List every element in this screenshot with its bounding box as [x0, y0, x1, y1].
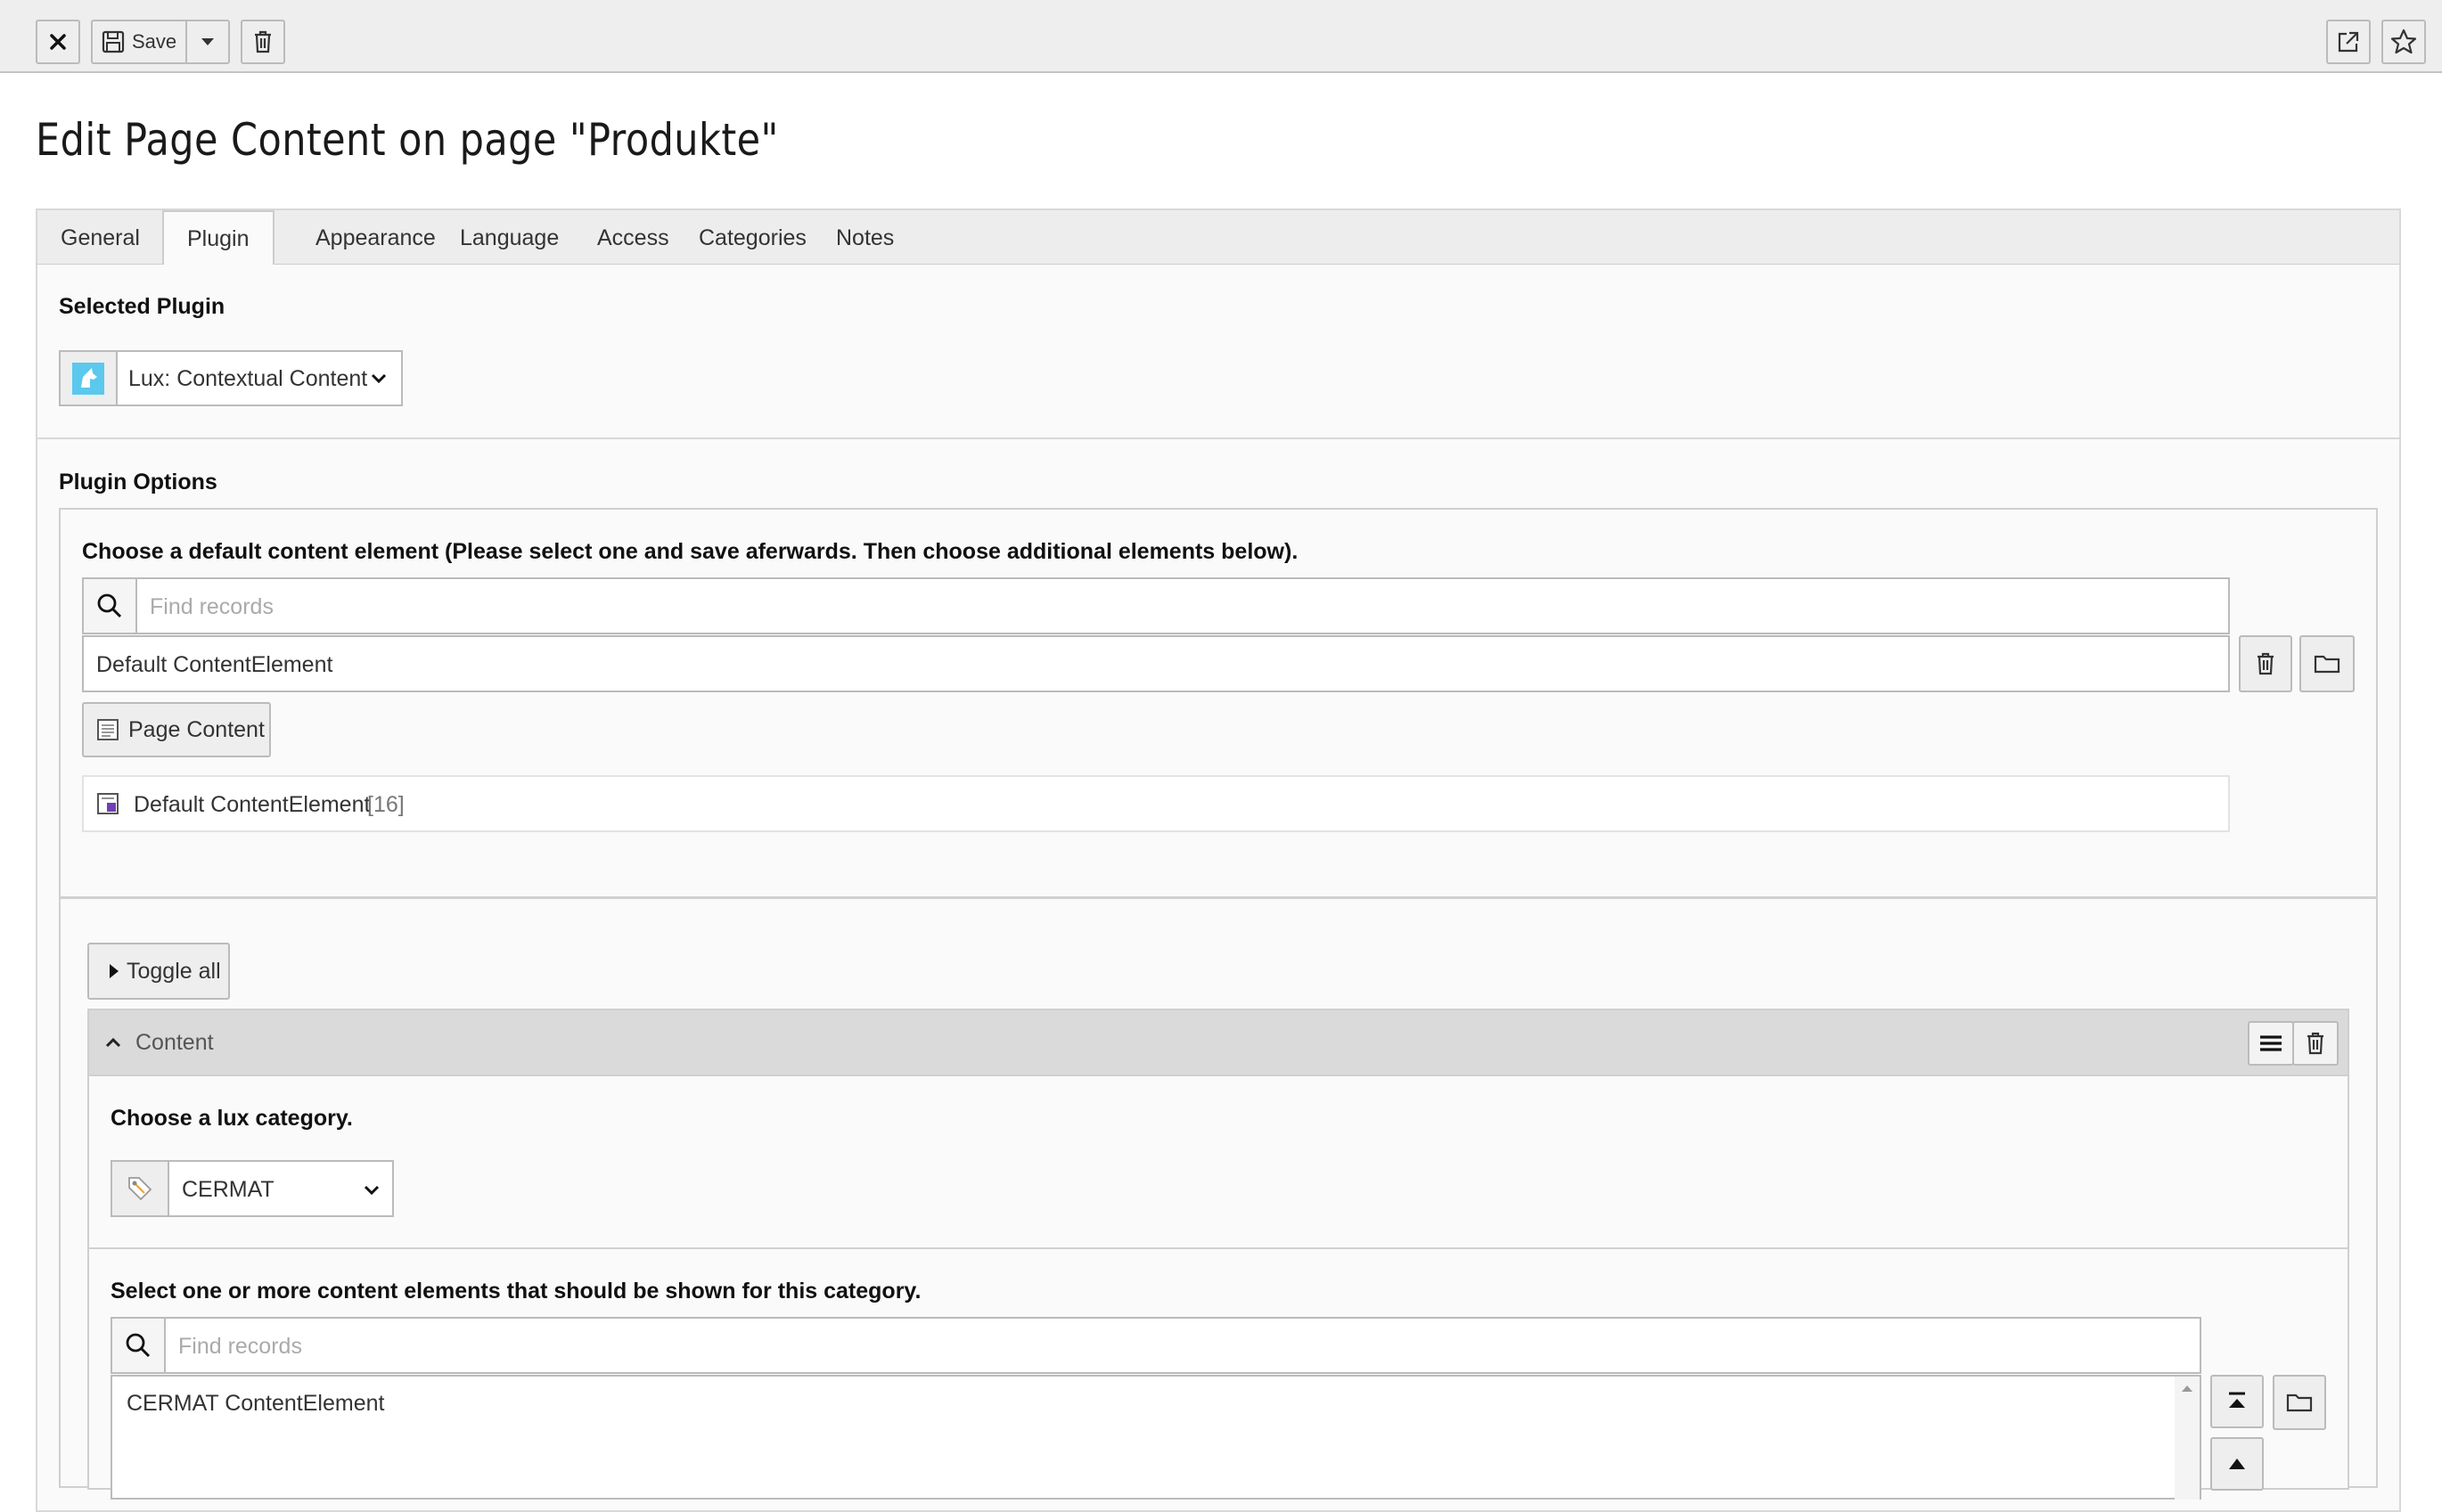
tab-language[interactable]: Language	[437, 210, 582, 266]
trash-icon	[255, 30, 271, 53]
tab-categories[interactable]: Categories	[676, 210, 830, 266]
chevron-down-icon	[364, 1185, 380, 1196]
caret-down-icon	[201, 38, 214, 45]
section-divider	[37, 437, 2399, 439]
search-placeholder: Find records	[178, 1334, 302, 1359]
toggle-all-button[interactable]: Toggle all	[87, 943, 230, 1000]
view-page-button[interactable]	[2326, 20, 2371, 64]
save-button[interactable]: Save	[91, 20, 187, 64]
search-icon-cell	[112, 1319, 166, 1372]
hamburger-icon	[2260, 1035, 2282, 1051]
tab-notes[interactable]: Notes	[813, 210, 917, 266]
bookmark-button[interactable]	[2381, 20, 2426, 64]
folder-icon	[2286, 1393, 2313, 1412]
content-elements-selected-list[interactable]: CERMAT ContentElement	[111, 1375, 2201, 1500]
category-label: Choose a lux category.	[111, 1106, 353, 1131]
move-top-icon	[2229, 1392, 2245, 1408]
browse-records-button[interactable]	[2273, 1375, 2326, 1430]
scroll-up-arrow-icon	[2182, 1385, 2192, 1392]
tab-access[interactable]: Access	[574, 210, 692, 266]
page-title: Edit Page Content on page "Produkte"	[36, 114, 779, 166]
content-element-icon	[97, 793, 119, 814]
record-uid: [16]	[367, 792, 405, 817]
trash-icon	[2307, 1032, 2323, 1055]
docheader-toolbar: Save	[0, 0, 2442, 73]
star-icon	[2390, 29, 2417, 54]
trash-icon	[2258, 652, 2274, 675]
page-content-button[interactable]: Page Content	[82, 702, 271, 757]
content-section-divider	[89, 1247, 2348, 1249]
floppy-disk-icon	[102, 30, 125, 53]
selected-list-item[interactable]: Default ContentElement	[96, 652, 332, 678]
record-title: Default ContentElement	[134, 792, 371, 817]
search-icon	[97, 593, 122, 618]
delete-section-button[interactable]	[2292, 1021, 2339, 1066]
close-icon	[50, 34, 66, 50]
tag-icon	[128, 1177, 152, 1201]
list-scrollbar[interactable]	[2175, 1377, 2200, 1500]
move-up-button[interactable]	[2210, 1437, 2264, 1491]
chevron-up-icon	[105, 1037, 121, 1048]
record-list-item[interactable]: Default ContentElement [16]	[82, 775, 2230, 832]
move-to-top-button[interactable]	[2210, 1375, 2264, 1428]
drag-handle-button[interactable]	[2248, 1021, 2294, 1066]
page-content-button-label: Page Content	[128, 716, 265, 742]
close-button[interactable]	[36, 20, 80, 64]
save-button-label: Save	[132, 30, 177, 53]
search-icon-cell	[84, 579, 137, 633]
browse-records-button[interactable]	[2299, 635, 2355, 692]
search-placeholder: Find records	[150, 594, 274, 619]
move-up-icon	[2229, 1459, 2245, 1469]
remove-selected-button[interactable]	[2239, 635, 2292, 692]
default-element-label: Choose a default content element (Please…	[82, 539, 1299, 564]
tab-appearance[interactable]: Appearance	[292, 210, 459, 266]
selected-list-item[interactable]: CERMAT ContentElement	[127, 1391, 384, 1417]
tab-plugin[interactable]: Plugin	[162, 210, 275, 271]
content-section-header[interactable]: Content	[87, 1009, 2349, 1076]
sheet-divider	[61, 896, 2376, 899]
content-section-title: Content	[135, 1030, 214, 1055]
plugin-select-value: Lux: Contextual Content	[128, 366, 368, 391]
content-elements-label: Select one or more content elements that…	[111, 1279, 922, 1304]
default-element-search[interactable]: Find records	[82, 577, 2230, 634]
delete-button[interactable]	[241, 20, 285, 64]
category-select-value: CERMAT	[182, 1177, 275, 1202]
lux-plugin-icon	[72, 362, 104, 395]
category-select[interactable]: CERMAT	[111, 1160, 394, 1217]
caret-right-icon	[110, 964, 119, 978]
content-elements-search[interactable]: Find records	[111, 1317, 2201, 1374]
page-content-icon	[97, 719, 119, 740]
chevron-down-icon	[371, 373, 387, 384]
search-icon	[126, 1333, 151, 1358]
selected-plugin-label: Selected Plugin	[59, 294, 225, 319]
plugin-icon-cell	[61, 352, 118, 405]
plugin-options-label: Plugin Options	[59, 470, 217, 494]
external-link-icon	[2338, 31, 2359, 53]
category-icon-cell	[112, 1162, 169, 1215]
toggle-all-label: Toggle all	[127, 958, 221, 984]
tab-general[interactable]: General	[37, 210, 163, 266]
save-options-dropdown[interactable]	[185, 20, 230, 64]
tab-bar: General Plugin Appearance Language Acces…	[36, 208, 2401, 271]
plugin-select[interactable]: Lux: Contextual Content	[59, 350, 403, 406]
default-element-selected-list[interactable]: Default ContentElement	[82, 635, 2230, 692]
folder-icon	[2314, 655, 2340, 674]
